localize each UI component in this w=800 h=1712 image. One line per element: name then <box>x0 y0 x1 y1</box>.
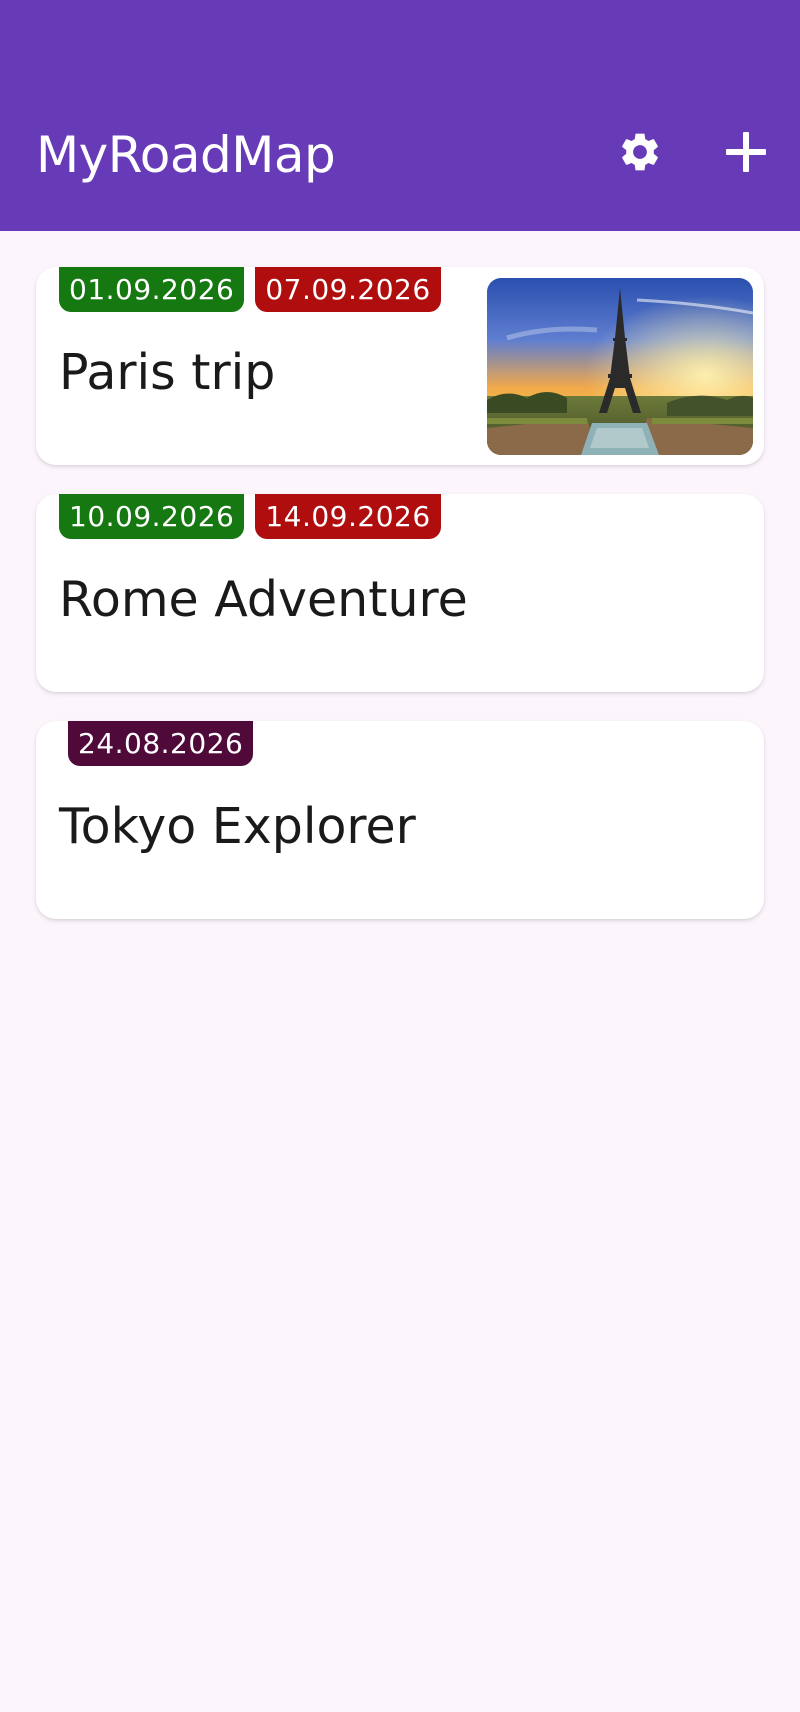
trip-card-rome[interactable]: 10.09.2026 14.09.2026 Rome Adventure <box>36 494 764 692</box>
trip-list: 01.09.2026 07.09.2026 Paris trip 10.09.2… <box>36 267 764 948</box>
end-date-badge: 14.09.2026 <box>255 494 441 539</box>
settings-button[interactable] <box>608 122 672 186</box>
add-trip-button[interactable] <box>714 122 778 186</box>
trip-name: Paris trip <box>59 344 276 401</box>
end-date-badge: 07.09.2026 <box>255 267 441 312</box>
date-badges: 10.09.2026 14.09.2026 <box>59 494 441 539</box>
start-date-badge: 01.09.2026 <box>59 267 245 312</box>
trip-name: Rome Adventure <box>59 571 468 628</box>
plus-icon <box>724 130 768 178</box>
trip-image <box>487 278 753 455</box>
gear-icon <box>617 129 663 179</box>
app-bar: MyRoadMap <box>0 0 800 231</box>
date-badge: 24.08.2026 <box>68 721 254 766</box>
date-badges: 01.09.2026 07.09.2026 <box>59 267 441 312</box>
trip-name: Tokyo Explorer <box>59 798 416 855</box>
start-date-badge: 10.09.2026 <box>59 494 245 539</box>
app-title: MyRoadMap <box>36 126 336 184</box>
trip-card-paris[interactable]: 01.09.2026 07.09.2026 Paris trip <box>36 267 764 465</box>
date-badges: 24.08.2026 <box>59 721 254 766</box>
trip-card-tokyo[interactable]: 24.08.2026 Tokyo Explorer <box>36 721 764 919</box>
